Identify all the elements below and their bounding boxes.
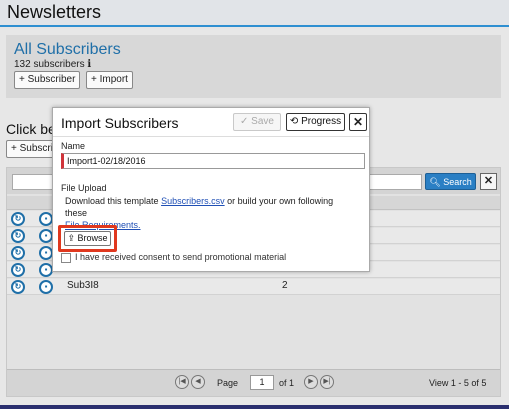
progress-button[interactable]: ⟲ Progress: [286, 113, 345, 131]
close-button[interactable]: ✕: [349, 113, 367, 131]
delete-icon[interactable]: ▪: [39, 263, 53, 277]
dialog-title: Import Subscribers: [61, 115, 179, 131]
subscriber-count-text: 132 subscribers: [14, 59, 85, 70]
refresh-icon[interactable]: ↻: [11, 229, 25, 243]
app-header: Newsletters: [0, 0, 509, 27]
info-icon[interactable]: i: [87, 59, 91, 70]
save-button[interactable]: ✓ Save: [233, 113, 281, 131]
footer-divider: [0, 405, 509, 409]
subscriber-count: 132 subscribers i: [14, 59, 91, 70]
dialog-divider: [53, 136, 369, 137]
refresh-icon[interactable]: ↻: [11, 263, 25, 277]
last-page-icon[interactable]: ▶|: [320, 375, 334, 389]
clear-search-button[interactable]: ✕: [480, 173, 497, 190]
delete-icon[interactable]: ▪: [39, 246, 53, 260]
progress-button-label: Progress: [301, 116, 342, 127]
search-button[interactable]: 🔍︎ Search: [425, 173, 476, 190]
sync-icon: ⟲: [289, 116, 299, 127]
section-heading: Click bel: [6, 121, 59, 137]
file-upload-label: File Upload: [61, 183, 107, 193]
add-subscriber-button[interactable]: + Subscriber: [14, 71, 81, 89]
browse-button[interactable]: ⇪ Browse: [64, 231, 111, 246]
panel-title: All Subscribers: [14, 41, 121, 58]
upload-icon: ⇪: [67, 233, 75, 243]
page-number-input[interactable]: 1: [250, 375, 274, 390]
browse-highlight: ⇪ Browse: [58, 225, 117, 252]
page-title: Newsletters: [7, 2, 102, 22]
subscribers-panel: All Subscribers 132 subscribers i + Subs…: [6, 35, 501, 98]
delete-icon[interactable]: ▪: [39, 280, 53, 294]
consent-label: I have received consent to send promotio…: [75, 252, 287, 262]
refresh-icon[interactable]: ↻: [11, 280, 25, 294]
browse-button-label: Browse: [77, 233, 108, 243]
import-button[interactable]: + Import: [86, 71, 133, 89]
delete-icon[interactable]: ▪: [39, 229, 53, 243]
row-name: Sub3I8: [67, 280, 99, 291]
import-subscribers-dialog: Import Subscribers ✓ Save ⟲ Progress ✕ N…: [52, 107, 370, 272]
name-field[interactable]: Import1-02/18/2016: [61, 153, 365, 169]
view-range-text: View 1 - 5 of 5: [429, 378, 487, 388]
page-of-label: of 1: [279, 378, 295, 388]
delete-icon[interactable]: ▪: [39, 212, 53, 226]
next-page-icon[interactable]: ▶: [304, 375, 318, 389]
page-label: Page: [217, 378, 239, 388]
refresh-icon[interactable]: ↻: [11, 212, 25, 226]
template-text-before: Download this template: [65, 196, 162, 206]
first-page-icon[interactable]: |◀: [175, 375, 189, 389]
pagination-bar: |◀ ◀ Page 1 of 1 ▶ ▶| View 1 - 5 of 5: [7, 369, 500, 396]
add-subscriber-button-secondary[interactable]: + Subscri: [6, 140, 58, 158]
prev-page-icon[interactable]: ◀: [191, 375, 205, 389]
row-count: 2: [282, 280, 288, 291]
search-button-label: Search: [443, 177, 472, 187]
search-icon: 🔍︎: [429, 177, 441, 187]
name-field-label: Name: [61, 141, 86, 151]
table-row: ↻ ▪ Sub3I8 2: [7, 279, 500, 295]
refresh-icon[interactable]: ↻: [11, 246, 25, 260]
template-csv-link[interactable]: Subscribers.csv: [161, 196, 225, 206]
consent-checkbox[interactable]: [61, 253, 71, 263]
